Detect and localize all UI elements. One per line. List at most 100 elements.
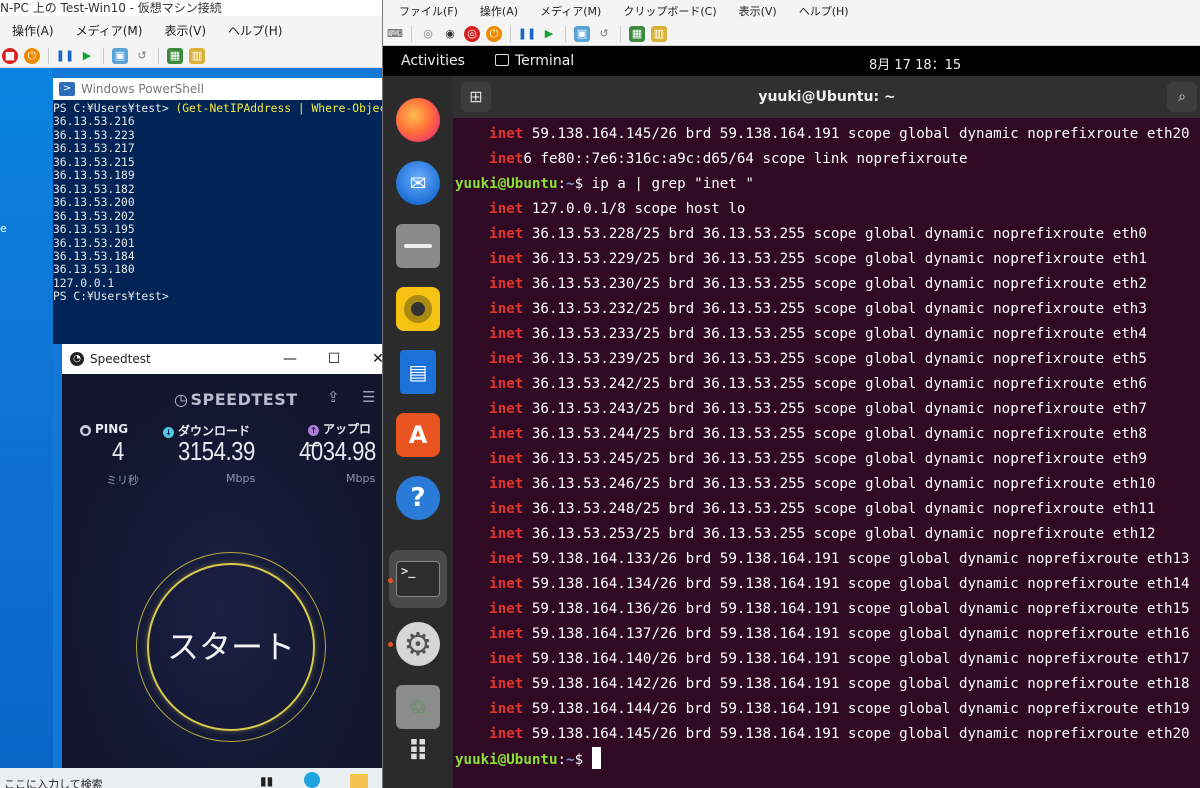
enhanced-session-icon[interactable]: ▦ <box>167 47 183 64</box>
ps-line: 36.13.53.215 <box>53 155 135 169</box>
new-tab-button[interactable]: ⊞ <box>461 82 491 112</box>
speedtest-window[interactable]: ◔ Speedtest — ☐ ✕ ◷ SPEEDTEST ⇪ ☰ ● PING 4… <box>62 344 382 768</box>
ps-line: 36.13.53.223 <box>53 128 135 142</box>
search-button[interactable]: ⌕ <box>1167 82 1197 112</box>
term-line: inet 59.138.164.140/26 brd 59.138.164.19… <box>489 651 1190 667</box>
hyperv-window-left: N-PC 上の Test-Win10 - 仮想マシン接続 操作(A) メディア(… <box>0 0 382 788</box>
term-line: inet 59.138.164.145/26 brd 59.138.164.19… <box>489 726 1190 742</box>
menu-media[interactable]: メディア(M) <box>540 3 601 19</box>
start-icon[interactable]: ▶ <box>79 48 95 64</box>
menu-media[interactable]: メディア(M) <box>76 22 143 39</box>
download-value: 3154.39 <box>178 436 255 466</box>
start-disabled-icon[interactable]: ◎ <box>420 26 436 42</box>
menu-view[interactable]: 表示(V) <box>164 22 206 39</box>
term-line: inet6 fe80::7e6:316c:a9c:d65/64 scope li… <box>489 151 968 167</box>
menu-help[interactable]: ヘルプ(H) <box>799 3 849 19</box>
settings-icon[interactable]: ☰ <box>362 388 375 406</box>
revert-icon[interactable]: ↺ <box>134 48 150 64</box>
shutdown-icon[interactable]: ⏻ <box>24 47 40 64</box>
menu-clipboard[interactable]: クリップボード(C) <box>623 3 716 19</box>
share-icon[interactable]: ▥ <box>189 47 205 64</box>
app-grid-icon[interactable]: ⠿ <box>396 729 440 773</box>
start-button[interactable]: スタート <box>147 563 315 731</box>
pause-icon[interactable]: ❚❚ <box>56 48 74 64</box>
firefox-icon[interactable] <box>396 98 440 142</box>
close-button[interactable]: ✕ <box>356 344 382 374</box>
term-line: inet 36.13.53.228/25 brd 36.13.53.255 sc… <box>489 226 1147 242</box>
clock[interactable]: 8月 17 18：15 <box>869 54 961 73</box>
checkpoint-icon[interactable]: ▣ <box>112 47 128 64</box>
terminal-output[interactable]: inet 59.138.164.145/26 brd 59.138.164.19… <box>455 122 1200 788</box>
windows-taskbar: ここに入力して検索 ▮▮ <box>0 768 382 788</box>
powershell-window[interactable]: Windows PowerShell > PS C:¥Users¥test> (… <box>53 78 382 344</box>
enhanced-session-icon[interactable]: ▦ <box>629 25 645 42</box>
text-cursor <box>591 747 601 769</box>
checkpoint-icon[interactable]: ▣ <box>574 25 590 42</box>
files-icon[interactable] <box>396 224 440 268</box>
toolbar-divider <box>620 25 621 42</box>
ps-command: (Get-NetIPAddress | Where-Objec <box>175 102 382 115</box>
minimize-button[interactable]: — <box>268 344 312 374</box>
task-view-icon[interactable]: ▮▮ <box>260 774 273 788</box>
terminal-headerbar: yuuki@Ubuntu: ~ ⊞ ⌕ <box>453 76 1200 118</box>
revert-icon[interactable]: ↺ <box>596 26 612 42</box>
powershell-output[interactable]: PS C:¥Users¥test> (Get-NetIPAddress | Wh… <box>53 102 382 344</box>
turn-off-icon[interactable]: ■ <box>2 47 18 64</box>
ps-final-prompt: PS C:¥Users¥test> <box>53 290 169 304</box>
running-indicator <box>388 578 393 583</box>
menu-file[interactable]: ファイル(F) <box>399 3 458 19</box>
speedtest-body: ◷ SPEEDTEST ⇪ ☰ ● PING 4 ミリ秒 ↓ ダウンロード 3154.… <box>62 374 382 768</box>
terminal-dock-active[interactable]: >_ <box>389 550 447 608</box>
menu-action[interactable]: 操作(A) <box>480 3 518 19</box>
turn-off-icon[interactable]: ◉ <box>442 26 458 42</box>
writer-icon[interactable]: ▤ <box>400 350 436 394</box>
terminal-app-icon <box>495 54 509 66</box>
maximize-button[interactable]: ☐ <box>312 344 356 374</box>
speedtest-titlebar[interactable]: ◔ Speedtest — ☐ ✕ <box>62 344 382 374</box>
pause-icon[interactable]: ❚❚ <box>518 26 536 42</box>
activities-button[interactable]: Activities <box>401 53 465 69</box>
toolbar-divider <box>103 47 104 64</box>
software-center-icon[interactable]: A <box>396 413 440 457</box>
powershell-titlebar[interactable]: Windows PowerShell <box>53 78 382 100</box>
taskbar-search-box[interactable]: ここに入力して検索 <box>4 776 103 788</box>
term-line: inet 127.0.0.1/8 scope host lo <box>489 201 746 217</box>
edge-icon[interactable] <box>304 772 320 788</box>
powershell-icon: > <box>59 82 75 96</box>
prompt-line: yuuki@Ubuntu:~$ ip a | grep "inet " <box>455 176 754 192</box>
menu-action[interactable]: 操作(A) <box>12 22 54 39</box>
ps-line: 36.13.53.200 <box>53 196 135 210</box>
help-icon[interactable]: ? <box>396 476 440 520</box>
terminal-window[interactable]: yuuki@Ubuntu: ~ ⊞ ⌕ inet 59.138.164.145/… <box>453 76 1200 788</box>
app-menu[interactable]: Terminal <box>495 53 574 69</box>
menu-view[interactable]: 表示(V) <box>739 3 777 19</box>
start-icon[interactable]: ▶ <box>541 26 557 42</box>
thunderbird-icon[interactable]: ✉ <box>396 161 440 205</box>
ps-line: 36.13.53.195 <box>53 223 135 237</box>
toolbar-divider <box>48 47 49 64</box>
settings-icon[interactable]: ⚙ <box>396 622 440 666</box>
file-explorer-icon[interactable] <box>350 774 368 788</box>
download-unit: Mbps <box>226 472 256 485</box>
upload-value: 4034.98 <box>299 436 376 466</box>
vm-toolbar: ⌨ ◎ ◉ ◎ ⏻ ❚❚ ▶ ▣ ↺ ▦ ▥ <box>383 22 1200 46</box>
term-line: inet 36.13.53.239/25 brd 36.13.53.255 sc… <box>489 351 1147 367</box>
power-icon[interactable]: ⏻ <box>486 25 502 42</box>
trash-icon[interactable]: ♲ <box>396 685 440 729</box>
share-icon[interactable]: ▥ <box>651 25 667 42</box>
speedtest-app-icon: ◔ <box>70 352 84 366</box>
download-icon: ↓ <box>163 427 174 438</box>
ubuntu-dock: ✉ ▤ A ? >_ ⚙ ♲ ⠿ <box>383 76 453 788</box>
term-line: inet 59.138.164.144/26 brd 59.138.164.19… <box>489 701 1190 717</box>
ps-line: 127.0.0.1 <box>53 276 115 290</box>
powershell-title: Windows PowerShell <box>81 82 204 96</box>
term-line: inet 36.13.53.253/25 brd 36.13.53.255 sc… <box>489 526 1156 542</box>
share-icon[interactable]: ⇪ <box>327 388 340 406</box>
shutdown-icon[interactable]: ◎ <box>464 25 480 42</box>
ctrl-alt-del-icon[interactable]: ⌨ <box>387 26 403 42</box>
term-line: inet 59.138.164.134/26 brd 59.138.164.19… <box>489 576 1190 592</box>
menu-help[interactable]: ヘルプ(H) <box>228 22 282 39</box>
rhythmbox-icon[interactable] <box>396 287 440 331</box>
ps-line: 36.13.53.182 <box>53 182 135 196</box>
ping-value: 4 <box>112 436 124 466</box>
